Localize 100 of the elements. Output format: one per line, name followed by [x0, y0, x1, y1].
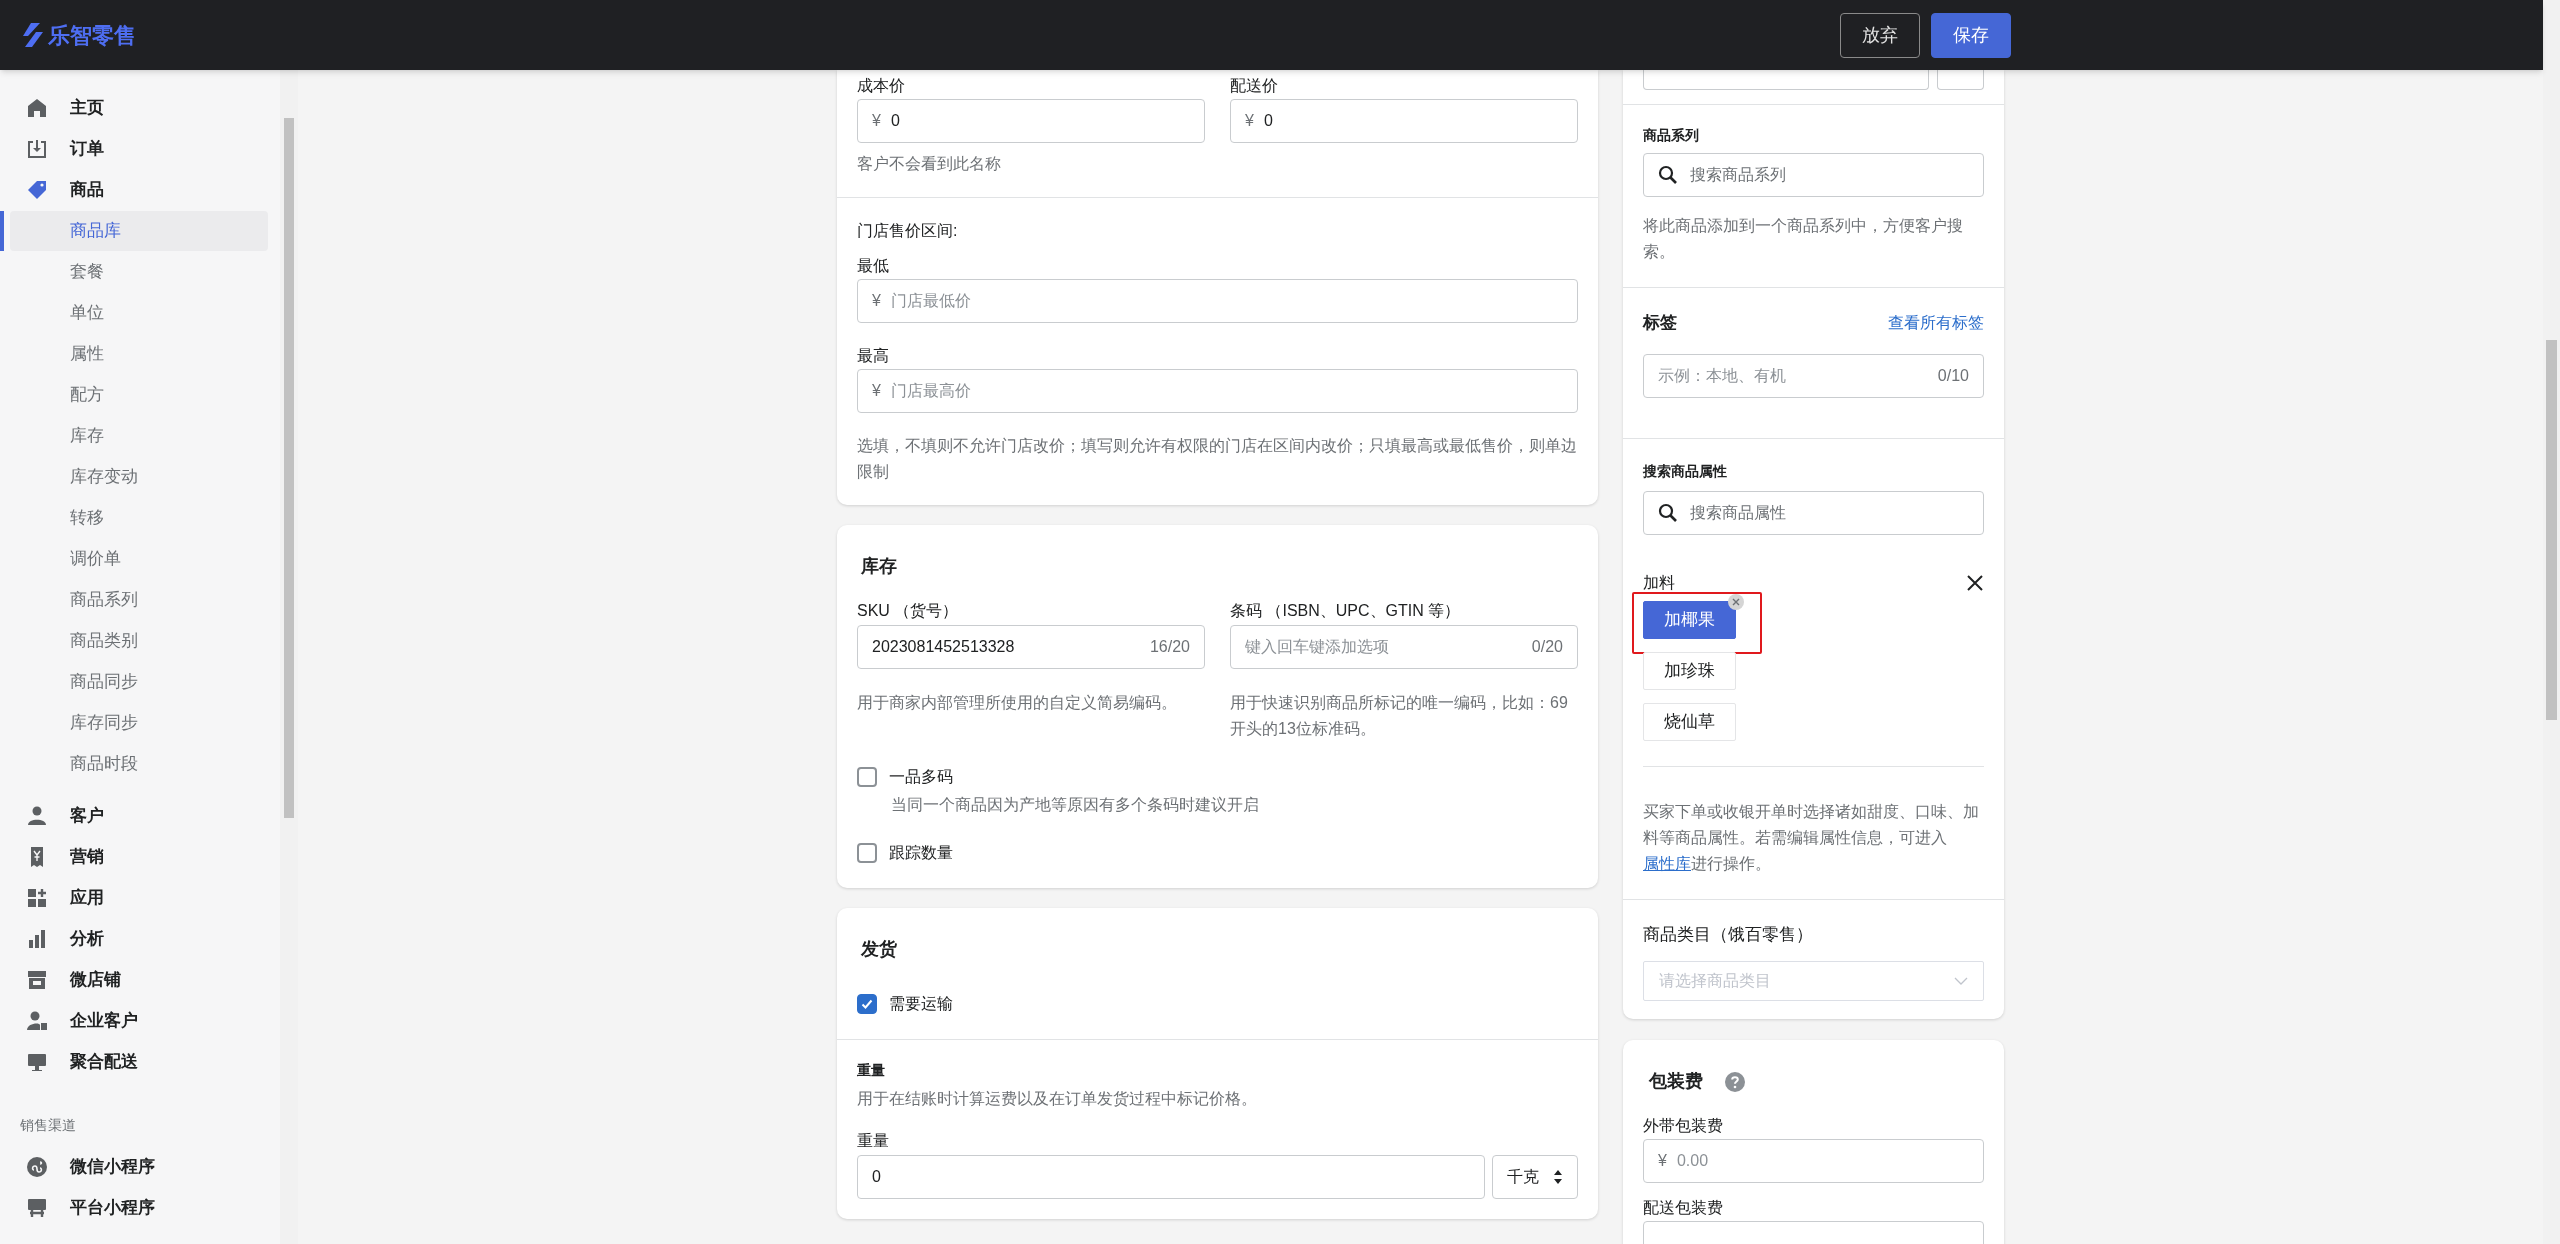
checkbox-label[interactable]: 一品多码: [889, 765, 953, 789]
logo-text: 乐智零售: [48, 21, 136, 50]
field-label: 条码 （ISBN、UPC、GTIN 等）: [1230, 601, 1462, 621]
field-label: 最低: [857, 256, 890, 276]
sidebar-subitem[interactable]: 商品系列: [10, 579, 268, 620]
field-label: 配送包装费: [1643, 1198, 1724, 1218]
logo-icon: [22, 23, 44, 47]
input-field[interactable]: ¥ 0: [857, 99, 1205, 143]
sidebar-item[interactable]: 分析: [0, 918, 280, 959]
input-field[interactable]: ¥ 门店最高价: [857, 369, 1578, 413]
input-field[interactable]: 0: [857, 1155, 1485, 1199]
sidebar-item[interactable]: 主页: [0, 87, 280, 128]
character-counter: 0/20: [1531, 637, 1563, 657]
remove-icon: [1728, 593, 1744, 610]
sidebar-subitem[interactable]: 商品时段: [10, 743, 268, 784]
sidebar-subitem[interactable]: 套餐: [10, 251, 268, 292]
help-text: 用于商家内部管理所使用的自定义简易编码。: [857, 693, 1178, 713]
field-label: 最高: [857, 346, 890, 366]
checkbox-label[interactable]: 跟踪数量: [889, 841, 953, 865]
sidebar-item[interactable]: 应用: [0, 877, 280, 918]
attribute-tag[interactable]: 烧仙草: [1643, 702, 1736, 741]
sidebar-subitem[interactable]: 商品库: [10, 210, 268, 251]
sidebar-scrollbar[interactable]: [280, 70, 298, 1244]
character-counter: 0/10: [1937, 365, 1969, 386]
apps-icon: [26, 886, 48, 909]
sidebar-item[interactable]: 商品: [0, 169, 280, 210]
discard-button[interactable]: 放弃: [1840, 12, 1920, 58]
sidebar-subitem[interactable]: 商品类别: [10, 620, 268, 661]
sidebar-item[interactable]: 微信小程序: [0, 1146, 280, 1187]
field-label: 重量: [857, 1131, 890, 1151]
attribute-group-name: 加料: [1643, 572, 1675, 593]
input-field[interactable]: 2023081452513328 16/20: [857, 625, 1205, 669]
checkbox[interactable]: [857, 767, 877, 787]
sort-icon: [1553, 1169, 1563, 1185]
attribute-library-link[interactable]: 属性库: [1643, 854, 1691, 872]
input-field[interactable]: [1643, 70, 1929, 90]
person-icon: [26, 804, 48, 827]
save-button[interactable]: 保存: [1931, 12, 2011, 58]
section-label: 销售渠道: [19, 1116, 77, 1135]
help-text: 选填，不填则不允许门店改价；填写则允许有权限的门店在区间内改价；只填最高或最低售价，则单边限制: [857, 436, 1578, 482]
currency-symbol: ¥: [872, 381, 881, 401]
sidebar-item[interactable]: 营销: [0, 836, 280, 877]
tag-icon: [26, 178, 48, 201]
select-field[interactable]: [1937, 70, 1984, 90]
field-label: 外带包装费: [1643, 1116, 1724, 1136]
search-field[interactable]: 搜索商品属性: [1643, 490, 1984, 535]
section-title: 库存: [860, 555, 898, 578]
input-field[interactable]: ¥ 门店最低价: [857, 279, 1578, 323]
input-field[interactable]: 键入回车键添加选项 0/20: [1230, 625, 1578, 669]
chevron-down-icon: [1954, 977, 1968, 985]
attribute-tag[interactable]: 加椰果: [1643, 600, 1736, 639]
section-title: 发货: [860, 938, 898, 961]
field-heading: 商品系列: [1643, 126, 1700, 145]
view-all-tags-link[interactable]: 查看所有标签: [1888, 310, 1984, 335]
help-text: 将此商品添加到一个商品系列中，方便客户搜索。: [1643, 216, 1964, 262]
link-circle-icon: [26, 1155, 48, 1178]
input-field[interactable]: ¥ 0: [1230, 99, 1578, 143]
sidebar-subitem[interactable]: 转移: [10, 497, 268, 538]
bar-chart-icon: [26, 927, 48, 950]
help-text: 用于在结账时计算运费以及在订单发货过程中标记价格。: [857, 1089, 1258, 1109]
currency-symbol: ¥: [1658, 1151, 1667, 1171]
sidebar-subitem[interactable]: 库存同步: [10, 702, 268, 743]
person-badge-icon: [26, 1009, 48, 1032]
field-label: 门店售价区间:: [857, 221, 959, 241]
checkbox[interactable]: [857, 843, 877, 863]
sidebar-subitem[interactable]: 库存变动: [10, 456, 268, 497]
attribute-tag[interactable]: 加珍珠: [1643, 651, 1736, 690]
input-field[interactable]: 示例：本地、有机 0/10: [1643, 353, 1984, 398]
sidebar-item[interactable]: 平台小程序: [0, 1187, 280, 1228]
sidebar-subitem[interactable]: 单位: [10, 292, 268, 333]
help-text: 当同一个商品因为产地等原因有多个条码时建议开启: [890, 795, 1260, 815]
help-icon: [1725, 1071, 1745, 1092]
search-icon: [1658, 502, 1678, 523]
input-field[interactable]: ¥ 0.00: [1643, 1139, 1984, 1183]
sidebar-subitem[interactable]: 库存: [10, 415, 268, 456]
help-text: 买家下单或收银开单时选择诸如甜度、口味、加料等商品属性。若需编辑属性信息，可进入 属性库进行操作。: [1643, 801, 1980, 874]
selection-bar: [0, 211, 4, 251]
close-icon: [1966, 573, 1984, 592]
inbox-icon: [26, 137, 48, 160]
field-heading: 搜索商品属性: [1643, 461, 1728, 481]
store-icon: [26, 968, 48, 991]
field-label: 商品类目（饿百零售）: [1643, 923, 1814, 946]
sidebar-item[interactable]: 企业客户: [0, 1000, 280, 1041]
checkbox-label[interactable]: 需要运输: [889, 992, 953, 1016]
checkbox[interactable]: [857, 994, 877, 1014]
sidebar-item[interactable]: 微店铺: [0, 959, 280, 1000]
sidebar-item[interactable]: 订单: [0, 128, 280, 169]
help-text: 客户不会看到此名称: [857, 154, 1002, 174]
sidebar-item[interactable]: 客户: [0, 795, 280, 836]
sidebar-item[interactable]: 聚合配送: [0, 1041, 280, 1082]
section-title: 包装费: [1649, 1070, 1703, 1093]
unit-select[interactable]: 千克: [1492, 1155, 1578, 1199]
help-text: 用于快速识别商品所标记的唯一编码，比如：69开头的13位标准码。: [1230, 693, 1569, 739]
sidebar-subitem[interactable]: 调价单: [10, 538, 268, 579]
sidebar-subitem[interactable]: 配方: [10, 374, 268, 415]
currency-symbol: ¥: [872, 291, 881, 311]
check-icon: [860, 997, 874, 1011]
sidebar-subitem[interactable]: 商品同步: [10, 661, 268, 702]
search-field[interactable]: 搜索商品系列: [1643, 153, 1984, 197]
sidebar-subitem[interactable]: 属性: [10, 333, 268, 374]
